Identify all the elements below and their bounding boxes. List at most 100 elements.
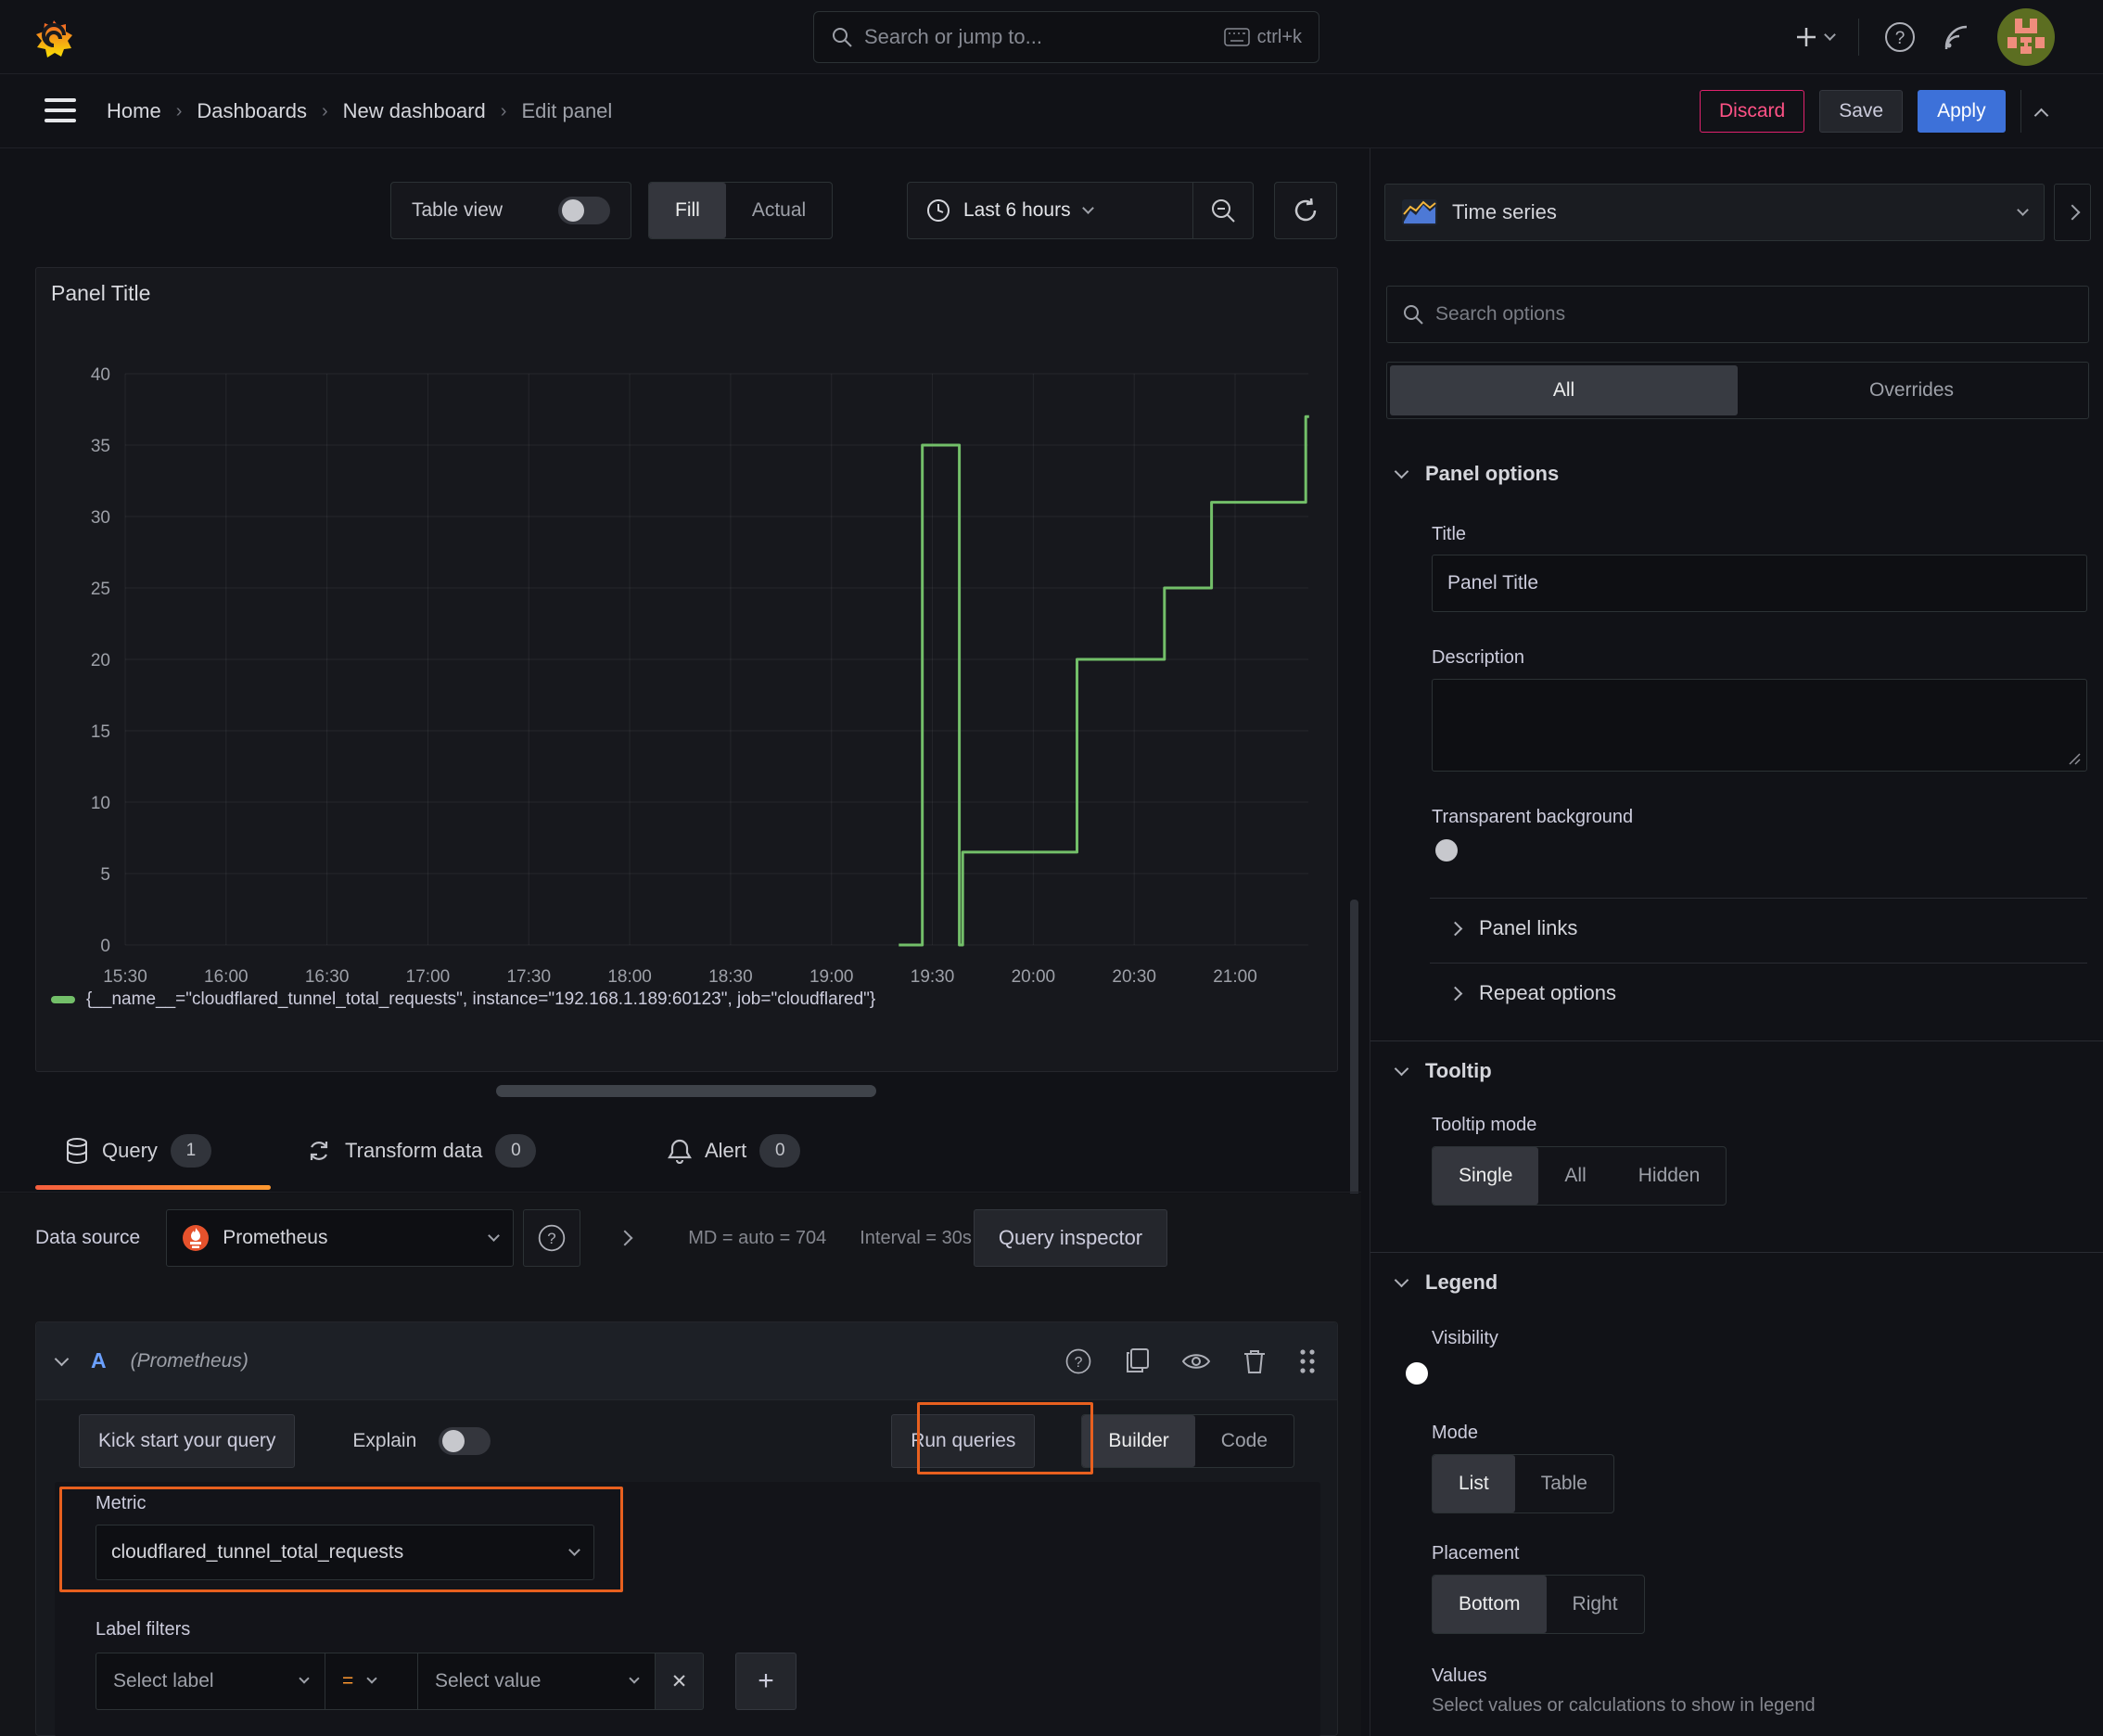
tab-query[interactable]: Query 1 bbox=[65, 1113, 211, 1189]
placement-right-option[interactable]: Right bbox=[1547, 1576, 1644, 1633]
duplicate-query-button[interactable] bbox=[1124, 1347, 1150, 1375]
fill-option[interactable]: Fill bbox=[649, 183, 726, 238]
svg-text:18:00: 18:00 bbox=[607, 967, 652, 987]
select-value-dropdown[interactable]: Select value bbox=[418, 1653, 656, 1710]
chevron-down-icon bbox=[1394, 1061, 1409, 1077]
datasource-help-button[interactable]: ? bbox=[523, 1209, 581, 1267]
remove-filter-button[interactable]: ✕ bbox=[656, 1653, 704, 1710]
breadcrumb: Home › Dashboards › New dashboard › Edit… bbox=[107, 74, 612, 148]
legend-table-option[interactable]: Table bbox=[1515, 1455, 1613, 1513]
panel-options-header[interactable]: Panel options bbox=[1394, 462, 1560, 486]
timeseries-chart[interactable]: 0 5 10 15 20 25 30 35 40 15:30 16:00 16:30 17:00 17:3… bbox=[36, 268, 1339, 1073]
query-section: Data source Prometheus ? MD = auto = 704… bbox=[0, 1194, 1361, 1736]
tooltip-hidden-option[interactable]: Hidden bbox=[1612, 1147, 1727, 1205]
tooltip-header[interactable]: Tooltip bbox=[1394, 1059, 1492, 1083]
title-label: Title bbox=[1432, 524, 1467, 544]
legend-header[interactable]: Legend bbox=[1394, 1270, 1498, 1295]
help-button[interactable]: ? bbox=[1883, 20, 1917, 54]
refresh-button[interactable] bbox=[1274, 182, 1337, 239]
grafana-logo-icon bbox=[36, 20, 72, 57]
apply-button[interactable]: Apply bbox=[1918, 90, 2006, 133]
help-icon: ? bbox=[1065, 1348, 1091, 1373]
close-icon: ✕ bbox=[670, 1670, 688, 1692]
svg-text:35: 35 bbox=[91, 437, 110, 456]
operator-dropdown[interactable]: = bbox=[325, 1653, 418, 1710]
remove-query-button[interactable] bbox=[1243, 1347, 1267, 1375]
repeat-options-header[interactable]: Repeat options bbox=[1447, 981, 1616, 1005]
panel-options-heading: Panel options bbox=[1425, 462, 1560, 485]
section-divider bbox=[1370, 1040, 2103, 1041]
placement-bottom-option[interactable]: Bottom bbox=[1433, 1576, 1547, 1633]
visualization-picker[interactable]: Time series bbox=[1384, 184, 2045, 241]
visibility-label: Visibility bbox=[1432, 1328, 1498, 1348]
timeseries-icon bbox=[1402, 199, 1437, 225]
svg-text:20:00: 20:00 bbox=[1012, 967, 1056, 987]
breadcrumb-dashboards[interactable]: Dashboards bbox=[197, 99, 307, 123]
options-search[interactable] bbox=[1386, 286, 2089, 343]
tooltip-all-option[interactable]: All bbox=[1538, 1147, 1612, 1205]
builder-code-switch: Builder Code bbox=[1081, 1414, 1294, 1468]
nav-divider bbox=[1858, 19, 1859, 56]
select-label-dropdown[interactable]: Select label bbox=[96, 1653, 325, 1710]
tab-alert[interactable]: Alert 0 bbox=[668, 1113, 801, 1189]
table-view-toggle[interactable] bbox=[558, 197, 610, 224]
breadcrumb-home[interactable]: Home bbox=[107, 99, 161, 123]
datasource-picker[interactable]: Prometheus bbox=[166, 1209, 515, 1267]
keyboard-shortcut: ctrl+k bbox=[1223, 27, 1302, 48]
news-button[interactable] bbox=[1941, 21, 1972, 53]
tab-all[interactable]: All bbox=[1390, 365, 1738, 415]
discard-button[interactable]: Discard bbox=[1700, 90, 1805, 133]
time-range-picker[interactable]: Last 6 hours bbox=[908, 198, 1192, 223]
tooltip-single-option[interactable]: Single bbox=[1433, 1147, 1539, 1205]
legend-list-option[interactable]: List bbox=[1433, 1455, 1515, 1513]
query-help-button[interactable]: ? bbox=[1064, 1347, 1092, 1375]
tab-query-label: Query bbox=[102, 1139, 158, 1162]
chevron-down-icon bbox=[299, 1673, 310, 1684]
panel-links-label: Panel links bbox=[1479, 916, 1578, 939]
chart-legend[interactable]: {__name__="cloudflared_tunnel_total_requ… bbox=[51, 989, 875, 1010]
query-card-header[interactable]: A (Prometheus) ? bbox=[36, 1322, 1337, 1400]
grafana-logo[interactable] bbox=[33, 19, 74, 59]
breadcrumb-edit-panel: Edit panel bbox=[521, 99, 613, 122]
explain-toggle[interactable] bbox=[439, 1427, 491, 1455]
datasource-row: Data source Prometheus ? MD = auto = 704… bbox=[35, 1208, 1338, 1268]
save-button[interactable]: Save bbox=[1819, 90, 1904, 133]
zoom-out-button[interactable] bbox=[1193, 198, 1253, 223]
run-queries-button[interactable]: Run queries bbox=[891, 1414, 1036, 1468]
user-avatar[interactable] bbox=[1996, 7, 2056, 67]
description-textarea[interactable] bbox=[1432, 679, 2087, 772]
search-icon bbox=[831, 26, 853, 48]
chevron-down-icon bbox=[488, 1229, 501, 1242]
options-search-input[interactable] bbox=[1435, 303, 2073, 326]
toggle-viz-picker-button[interactable] bbox=[2054, 184, 2091, 241]
chevron-right-icon bbox=[1447, 986, 1463, 1001]
tab-transform[interactable]: Transform data 0 bbox=[306, 1113, 537, 1189]
mode-label: Mode bbox=[1432, 1423, 1479, 1443]
kick-start-query-button[interactable]: Kick start your query bbox=[79, 1414, 296, 1468]
search-input[interactable] bbox=[864, 25, 1213, 49]
pane-resize-handle[interactable] bbox=[496, 1085, 876, 1097]
add-filter-button[interactable]: + bbox=[735, 1653, 797, 1710]
global-search[interactable]: ctrl+k bbox=[813, 11, 1319, 63]
hide-query-button[interactable] bbox=[1181, 1350, 1211, 1372]
new-menu-button[interactable] bbox=[1794, 25, 1836, 49]
legend-series-name: {__name__="cloudflared_tunnel_total_requ… bbox=[86, 989, 876, 1009]
mega-menu-button[interactable] bbox=[45, 96, 76, 124]
panel-title-input[interactable] bbox=[1432, 555, 2087, 612]
chevron-up-icon[interactable] bbox=[2033, 108, 2048, 122]
panel-links-header[interactable]: Panel links bbox=[1447, 916, 1578, 940]
section-divider bbox=[1370, 1252, 2103, 1253]
chevron-down-icon bbox=[2017, 203, 2029, 216]
builder-option[interactable]: Builder bbox=[1082, 1415, 1195, 1467]
tab-transform-label: Transform data bbox=[345, 1139, 483, 1162]
zoom-out-icon bbox=[1212, 199, 1235, 223]
breadcrumb-new-dashboard[interactable]: New dashboard bbox=[343, 99, 486, 123]
code-option[interactable]: Code bbox=[1195, 1415, 1294, 1467]
query-inspector-button[interactable]: Query inspector bbox=[973, 1209, 1168, 1267]
metric-select[interactable]: cloudflared_tunnel_total_requests bbox=[96, 1525, 594, 1580]
tab-overrides[interactable]: Overrides bbox=[1738, 365, 2085, 415]
actual-option[interactable]: Actual bbox=[726, 183, 832, 238]
chevron-right-icon[interactable] bbox=[617, 1230, 633, 1246]
select-value-placeholder: Select value bbox=[435, 1670, 542, 1691]
drag-query-handle[interactable] bbox=[1298, 1347, 1317, 1375]
